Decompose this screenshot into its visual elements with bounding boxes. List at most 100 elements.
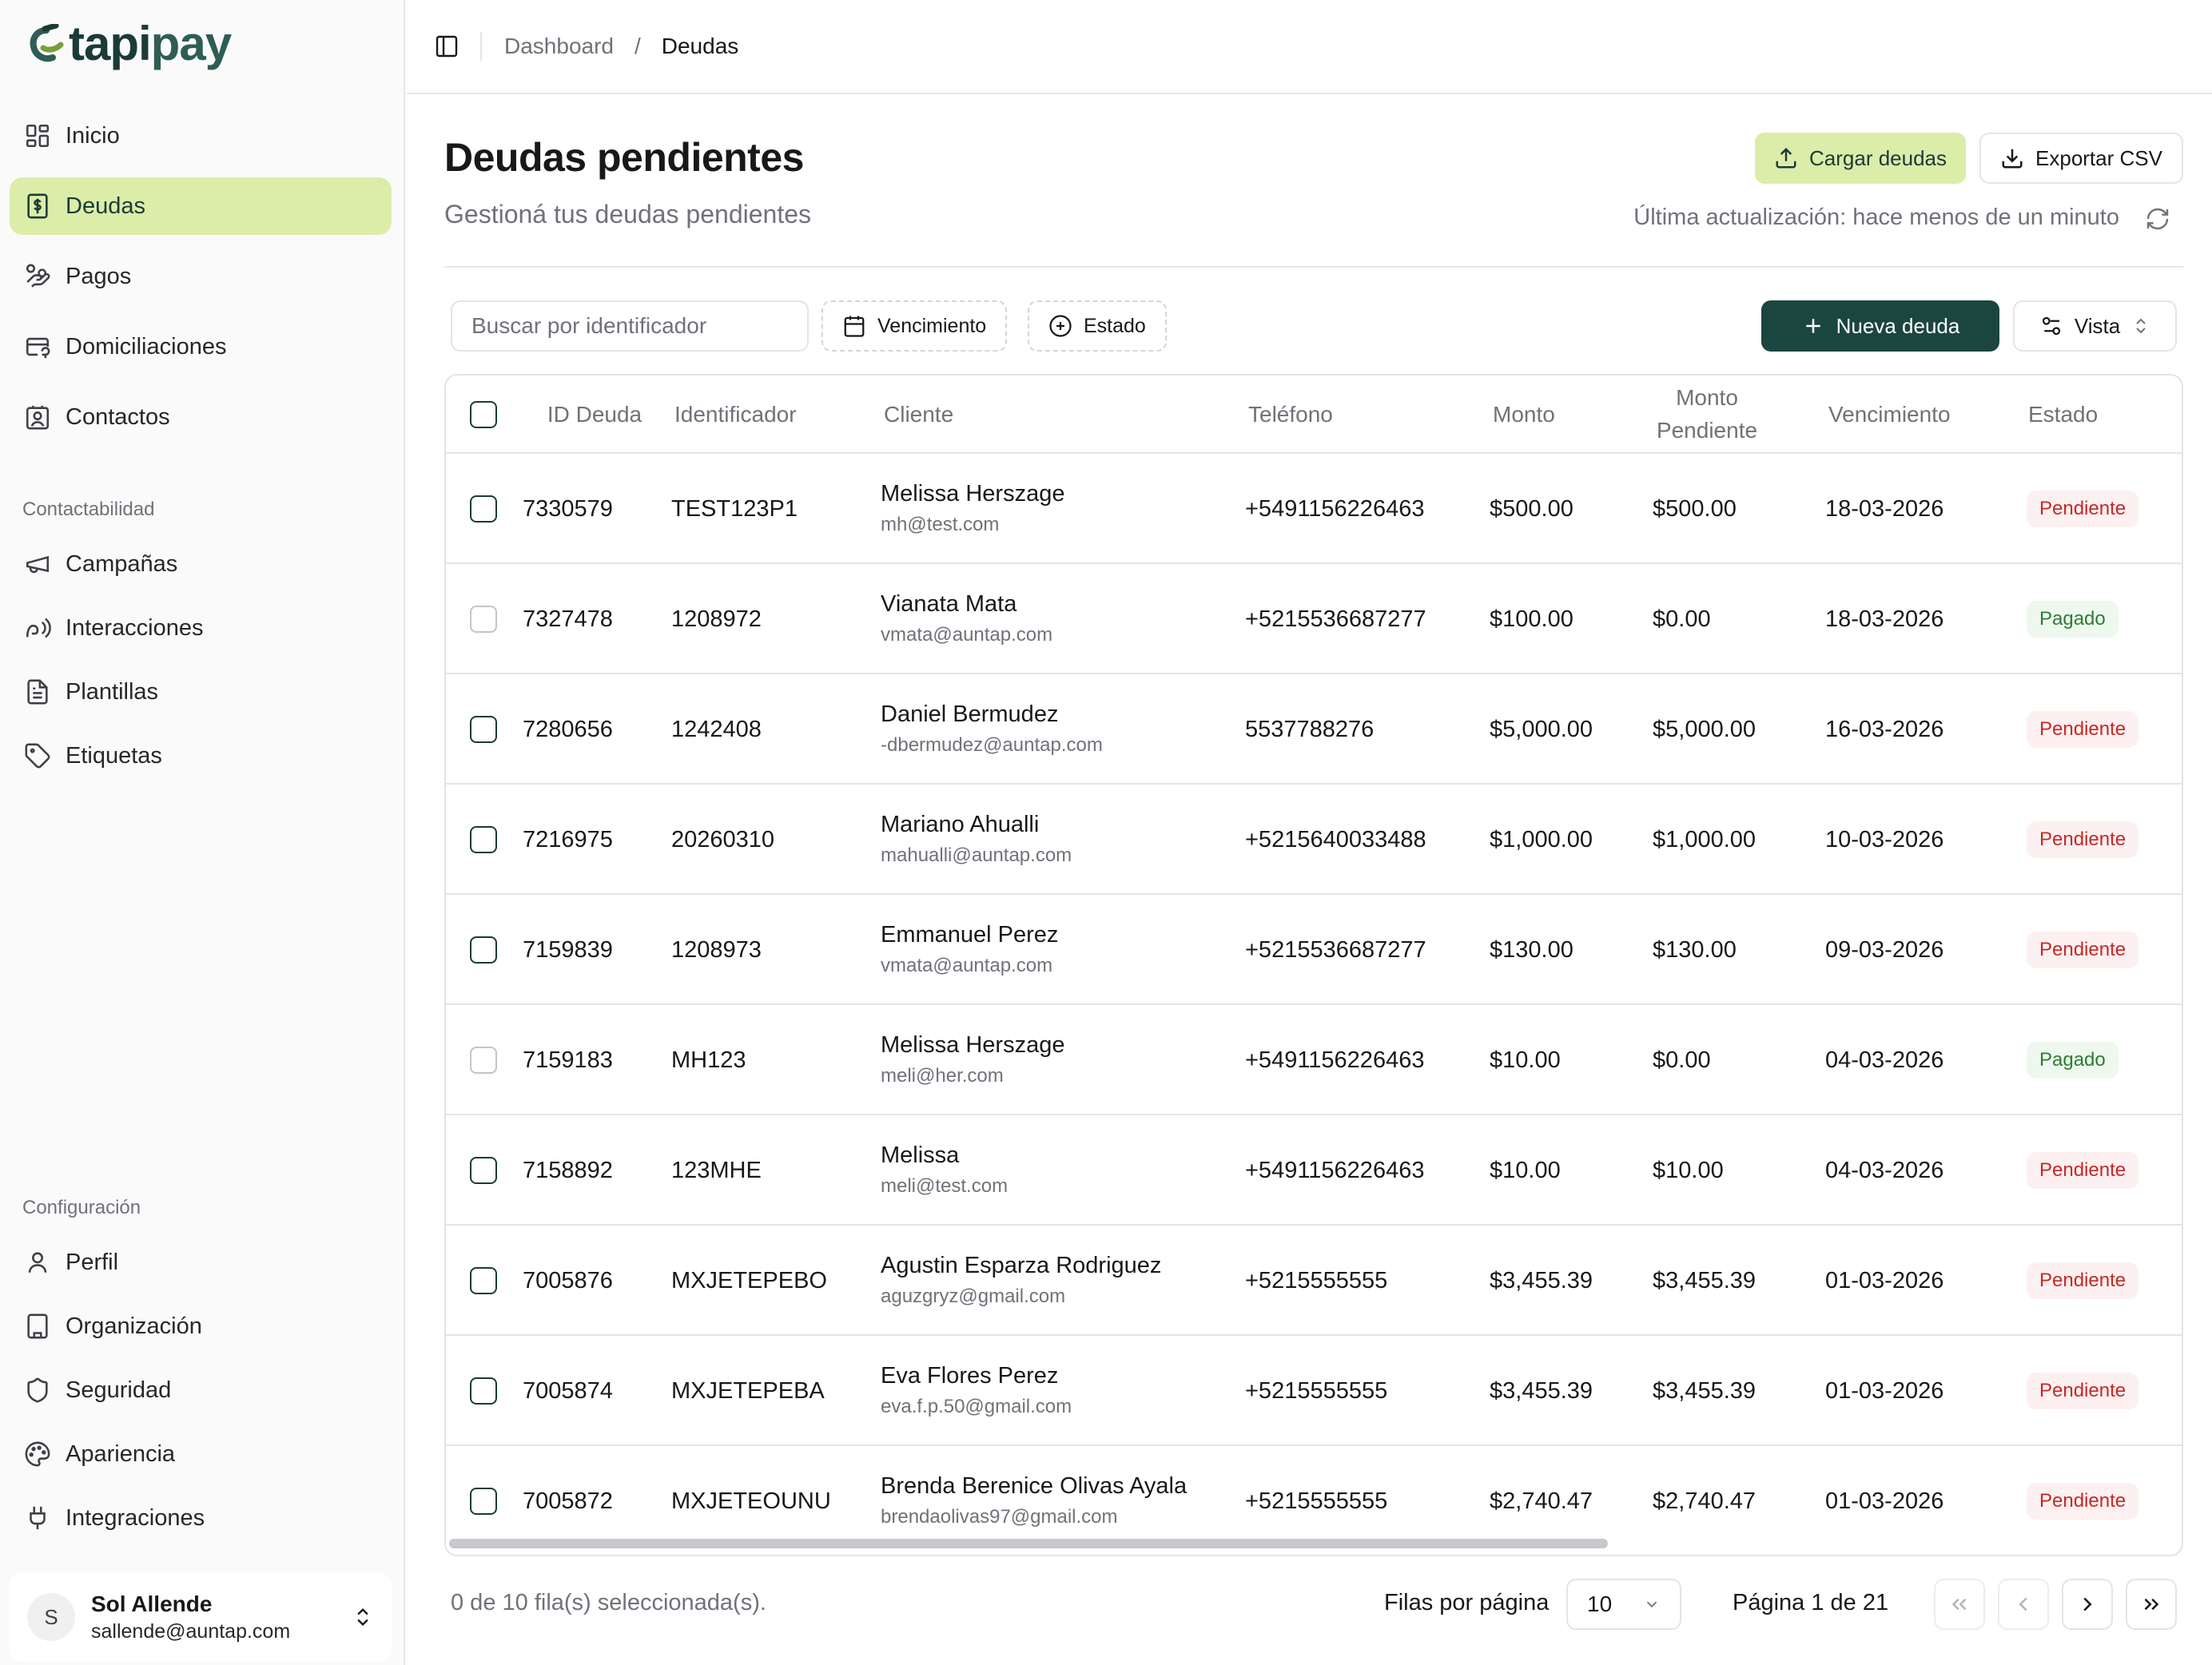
row-checkbox[interactable] xyxy=(470,495,497,523)
sidebar-item-integraciones[interactable]: Integraciones xyxy=(10,1489,392,1547)
sidebar-item-interacciones[interactable]: Interacciones xyxy=(10,599,392,657)
column-header-identificador[interactable]: Identificador xyxy=(674,376,797,454)
sidebar-item-campanas[interactable]: Campañas xyxy=(10,535,392,593)
table-row[interactable]: 7159183 MH123 +5491156226463 $10.00 $0.00 04-… xyxy=(446,1005,2182,1115)
cell-cliente: Agustin Esparza Rodriguez aguzgryz@gmail.… xyxy=(881,1253,1161,1308)
cargar-deudas-button[interactable]: Cargar deudas xyxy=(1755,133,1966,184)
chevrons-up-down-icon xyxy=(357,1608,368,1626)
first-page-button[interactable] xyxy=(1934,1579,1985,1630)
table-row[interactable]: 7280656 1242408 5537788276 $5,000.00 $5,000.… xyxy=(446,674,2182,785)
search-input[interactable] xyxy=(451,300,809,352)
upload-icon xyxy=(1776,147,1796,169)
cell-telefono: +5215640033488 xyxy=(1245,826,1426,852)
cell-telefono: +5491156226463 xyxy=(1245,1047,1425,1073)
column-header-telefono[interactable]: Teléfono xyxy=(1248,376,1333,454)
cell-vencimiento: 18-03-2026 xyxy=(1825,606,1944,632)
table-row[interactable]: 7216975 20260310 +5215640033488 $1,000.00 $1… xyxy=(446,785,2182,895)
horizontal-scrollbar[interactable] xyxy=(449,1539,1608,1548)
client-email: vmata@auntap.com xyxy=(881,624,1053,646)
cell-monto: $1,000.00 xyxy=(1490,826,1593,852)
table-row[interactable]: 7159839 1208973 +5215536687277 $130.00 $130.… xyxy=(446,895,2182,1005)
last-update-text: Última actualización: hace menos de un m… xyxy=(1633,205,2119,230)
header-divider xyxy=(444,266,2183,268)
grid-icon xyxy=(26,124,50,148)
table-row[interactable]: 7327478 1208972 +5215536687277 $100.00 $0.00… xyxy=(446,564,2182,674)
sidebar-item-deudas[interactable]: Deudas xyxy=(10,177,392,235)
sidebar-item-contactos[interactable]: Contactos xyxy=(10,388,392,446)
sidebar-item-domiciliaciones[interactable]: Domiciliaciones xyxy=(10,318,392,376)
sidebar-toggle-icon[interactable] xyxy=(434,34,460,59)
row-checkbox[interactable] xyxy=(470,716,497,743)
row-checkbox[interactable] xyxy=(470,1267,497,1294)
row-checkbox[interactable] xyxy=(470,1047,497,1074)
status-badge: Pendiente xyxy=(2027,1262,2139,1299)
selection-count: 0 de 10 fila(s) seleccionada(s). xyxy=(451,1590,766,1615)
row-checkbox[interactable] xyxy=(470,826,497,853)
client-name: Melissa xyxy=(881,1142,960,1168)
status-badge: Pendiente xyxy=(2027,1483,2139,1520)
rows-per-page-select[interactable]: 10 xyxy=(1566,1579,1681,1630)
sidebar-item-plantillas[interactable]: Plantillas xyxy=(10,663,392,721)
nueva-deuda-button[interactable]: Nueva deuda xyxy=(1761,300,1999,352)
row-checkbox[interactable] xyxy=(470,1157,497,1184)
chevrons-right-icon xyxy=(2144,1598,2159,1611)
column-header-estado[interactable]: Estado xyxy=(2028,376,2098,454)
filter-estado-button[interactable]: Estado xyxy=(1028,300,1167,352)
cell-cliente: Brenda Berenice Olivas Ayala brendaolivas… xyxy=(881,1473,1187,1528)
client-email: eva.f.p.50@gmail.com xyxy=(881,1396,1072,1417)
status-badge: Pendiente xyxy=(2027,932,2139,968)
sidebar-item-pagos[interactable]: Pagos xyxy=(10,248,392,305)
hand-coins-icon xyxy=(26,264,50,288)
select-all-checkbox[interactable] xyxy=(470,401,497,428)
brand-logo[interactable]: tapipay xyxy=(29,16,232,72)
chevrons-up-down-icon xyxy=(2136,318,2146,334)
refresh-icon[interactable] xyxy=(2145,206,2170,232)
exportar-csv-button[interactable]: Exportar CSV xyxy=(1979,133,2183,184)
row-checkbox[interactable] xyxy=(470,1377,497,1405)
last-page-button[interactable] xyxy=(2126,1579,2177,1630)
section-label-contactabilidad: Contactabilidad xyxy=(22,499,155,520)
sidebar-item-organizacion[interactable]: Organización xyxy=(10,1297,392,1355)
breadcrumb-dashboard[interactable]: Dashboard xyxy=(504,34,614,59)
client-email: brendaolivas97@gmail.com xyxy=(881,1506,1118,1528)
sidebar-item-etiquetas[interactable]: Etiquetas xyxy=(10,727,392,785)
column-header-monto-pendiente[interactable]: Monto Pendiente xyxy=(1635,376,1779,454)
next-page-button[interactable] xyxy=(2062,1579,2113,1630)
client-email: meli@her.com xyxy=(881,1065,1004,1087)
client-email: mahualli@auntap.com xyxy=(881,844,1072,866)
row-checkbox[interactable] xyxy=(470,936,497,964)
cell-monto-pendiente: $10.00 xyxy=(1653,1157,1724,1183)
cell-cliente: Vianata Mata vmata@auntap.com xyxy=(881,591,1052,646)
table-row[interactable]: 7005876 MXJETEPEBO +5215555555 $3,455.39 $3,… xyxy=(446,1226,2182,1336)
sidebar-item-perfil[interactable]: Perfil xyxy=(10,1234,392,1291)
filter-vencimiento-button[interactable]: Vencimiento xyxy=(822,300,1008,352)
row-checkbox[interactable] xyxy=(470,1488,497,1515)
client-email: mh@test.com xyxy=(881,514,1000,535)
tapipay-logo-icon xyxy=(30,24,64,62)
plus-circle-icon xyxy=(1049,315,1072,337)
breadcrumb-current: Deudas xyxy=(661,34,739,58)
column-header-vencimiento[interactable]: Vencimiento xyxy=(1828,376,1951,454)
column-header-id[interactable]: ID Deuda xyxy=(526,376,663,454)
table-row[interactable]: 7330579 TEST123P1 +5491156226463 $500.00 $50… xyxy=(446,454,2182,564)
column-header-cliente[interactable]: Cliente xyxy=(884,376,953,454)
user-name: Sol Allende xyxy=(91,1591,213,1616)
cell-telefono: +5215536687277 xyxy=(1245,936,1426,963)
sidebar-item-apariencia[interactable]: Apariencia xyxy=(10,1425,392,1483)
table-row[interactable]: 7005874 MXJETEPEBA +5215555555 $3,455.39 $3,… xyxy=(446,1336,2182,1446)
row-checkbox[interactable] xyxy=(470,606,497,633)
column-header-monto[interactable]: Monto xyxy=(1493,376,1555,454)
sidebar: tapipay Inicio Deudas Pagos Domiciliacio… xyxy=(0,0,405,1665)
user-menu[interactable]: S Sol Allende sallende@auntap.com xyxy=(10,1572,392,1662)
cell-monto: $3,455.39 xyxy=(1490,1267,1593,1293)
cell-cliente: Melissa meli@test.com xyxy=(881,1142,1008,1198)
sidebar-item-inicio[interactable]: Inicio xyxy=(10,107,392,165)
dollar-file-icon xyxy=(27,193,48,219)
cell-cliente: Melissa Herszage mh@test.com xyxy=(881,481,1064,536)
sidebar-item-seguridad[interactable]: Seguridad xyxy=(10,1361,392,1419)
previous-page-button[interactable] xyxy=(1998,1579,2049,1630)
cell-monto-pendiente: $130.00 xyxy=(1653,936,1737,963)
vista-select[interactable]: Vista xyxy=(2013,300,2177,352)
status-badge: Pendiente xyxy=(2027,1152,2139,1189)
table-row[interactable]: 7158892 123MHE +5491156226463 $10.00 $10.00 0… xyxy=(446,1115,2182,1226)
